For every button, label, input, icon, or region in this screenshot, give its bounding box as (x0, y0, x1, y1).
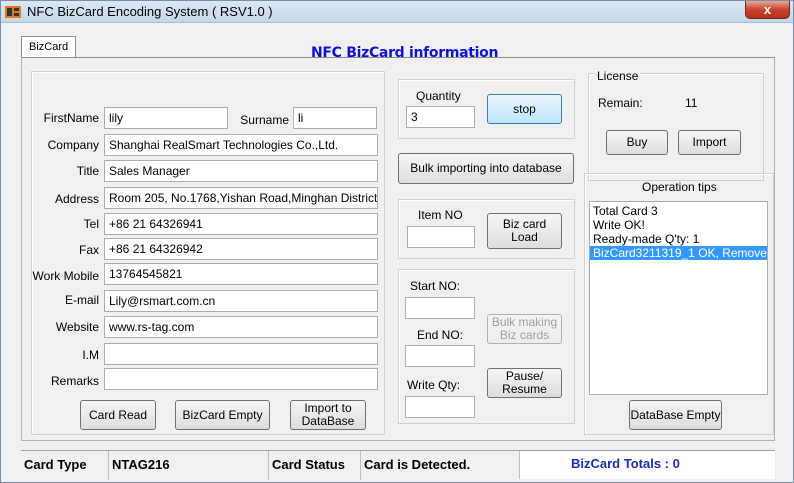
surname-field[interactable]: li (293, 107, 377, 129)
bizcard-empty-label: BizCard Empty (182, 407, 263, 422)
bulk-import-label: Bulk importing into database (410, 161, 562, 175)
card-status-value: Card is Detected. (364, 457, 471, 472)
page-title: NFC BizCard information (311, 45, 499, 61)
tips-item[interactable]: Total Card 3 (590, 204, 767, 218)
license-title: License (595, 69, 641, 83)
bulk-import-button[interactable]: Bulk importing into database (398, 153, 574, 184)
tel-label: Tel (83, 217, 99, 231)
end-no-label: End NO: (417, 328, 464, 342)
tel-field[interactable]: +86 21 64326941 (104, 213, 378, 235)
fax-label: Fax (78, 243, 99, 257)
address-field[interactable]: Room 205, No.1768,Yishan Road,Minghan Di… (104, 187, 378, 209)
database-empty-button[interactable]: DataBase Empty (629, 400, 722, 430)
bizcard-empty-button[interactable]: BizCard Empty (175, 400, 270, 430)
import-to-database-label-2: DataBase (301, 414, 355, 428)
start-no-field[interactable] (405, 297, 475, 319)
quantity-label: Quantity (416, 89, 461, 103)
import-license-button[interactable]: Import (678, 130, 741, 155)
im-field[interactable] (104, 343, 378, 365)
tips-item[interactable]: Write OK! (590, 218, 767, 232)
item-no-label: Item NO (418, 208, 463, 222)
card-status-label: Card Status (269, 451, 361, 480)
tips-item-selected[interactable]: BizCard3211319_1 OK, Remove (590, 246, 767, 260)
company-label: Company (47, 138, 99, 152)
website-label: Website (55, 320, 99, 334)
start-no-label: Start NO: (410, 279, 461, 293)
write-qty-label: Write Qty: (407, 378, 461, 392)
biz-card-load-button[interactable]: Biz card Load (487, 213, 562, 249)
fax-field[interactable]: +86 21 64326942 (104, 238, 378, 260)
title-bar[interactable]: NFC BizCard Encoding System ( RSV1.0 ) x (1, 1, 793, 23)
pause-resume-button[interactable]: Pause/ Resume (487, 368, 562, 398)
pause-resume-label-2: Resume (502, 382, 547, 396)
stop-label: stop (513, 101, 536, 116)
remarks-label: Remarks (50, 374, 99, 388)
company-field[interactable]: Shanghai RealSmart Technologies Co.,Ltd. (104, 134, 378, 156)
buy-label: Buy (626, 135, 648, 149)
tips-item[interactable]: Ready-made Q'ty: 1 (590, 232, 767, 246)
work-mobile-label: Work Mobile (32, 269, 99, 283)
tips-list[interactable]: Total Card 3 Write OK! Ready-made Q'ty: … (589, 201, 768, 395)
close-icon: x (763, 2, 772, 17)
bulk-making-button[interactable]: Bulk making Biz cards (487, 314, 562, 344)
stop-button[interactable]: stop (487, 94, 562, 124)
title-label: Title (76, 164, 99, 178)
tips-title: Operation tips (642, 180, 717, 194)
app-icon (5, 6, 21, 18)
remarks-field[interactable] (104, 368, 378, 390)
card-read-label: Card Read (88, 407, 148, 422)
address-label: Address (54, 192, 99, 206)
write-qty-field[interactable] (405, 396, 475, 418)
status-bar: Card Type NTAG216 Card Status Card is De… (21, 450, 775, 480)
tab-bizcard[interactable]: BizCard (21, 36, 77, 57)
surname-label: Surname (240, 113, 289, 127)
email-label: E-mail (64, 293, 99, 307)
import-license-label: Import (692, 135, 727, 149)
database-empty-label: DataBase Empty (630, 407, 721, 422)
end-no-field[interactable] (405, 345, 475, 367)
bulk-making-label-2: Biz cards (499, 328, 550, 342)
item-no-field[interactable] (407, 226, 475, 248)
bizcard-totals: BizCard Totals : 0 (571, 456, 680, 471)
buy-button[interactable]: Buy (606, 130, 668, 155)
firstname-label: FirstName (43, 111, 99, 125)
work-mobile-field[interactable]: 13764545821 (104, 263, 378, 285)
email-field[interactable]: Lily@rsmart.com.cn (104, 290, 378, 312)
client-area: BizCard NFC BizCard information FirstNam… (1, 23, 793, 482)
card-type-value: NTAG216 (109, 451, 269, 480)
card-read-button[interactable]: Card Read (80, 400, 156, 430)
window-title: NFC BizCard Encoding System ( RSV1.0 ) (27, 4, 273, 19)
license-group (588, 73, 764, 181)
im-label: I.M (82, 348, 99, 362)
website-field[interactable]: www.rs-tag.com (104, 316, 378, 338)
firstname-field[interactable]: lily (104, 107, 228, 129)
title-field[interactable]: Sales Manager (104, 160, 378, 182)
remain-value: 11 (685, 96, 698, 110)
biz-card-load-label: Biz card Load (502, 217, 547, 244)
import-to-database-button[interactable]: Import to DataBase (290, 400, 366, 430)
remain-label: Remain: (598, 96, 643, 110)
close-button[interactable]: x (745, 1, 790, 19)
card-type-label: Card Type (21, 451, 109, 480)
quantity-field[interactable]: 3 (406, 106, 475, 128)
app-window: NFC BizCard Encoding System ( RSV1.0 ) x… (0, 0, 794, 483)
